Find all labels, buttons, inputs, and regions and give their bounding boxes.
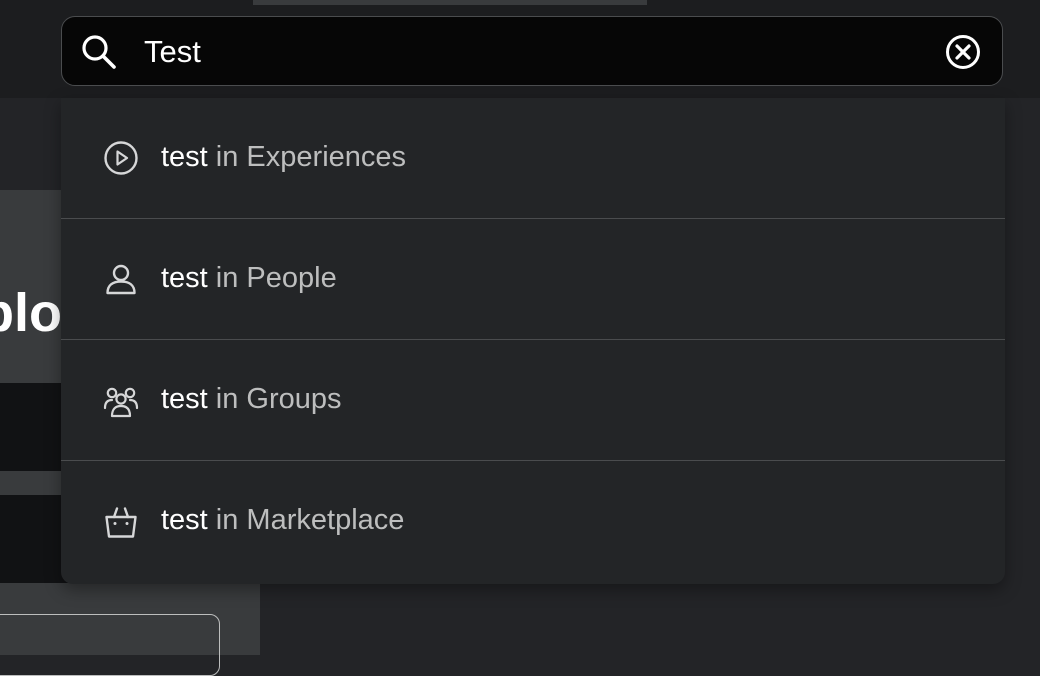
hero-title-fragment: plo bbox=[0, 283, 62, 343]
content-strip bbox=[0, 383, 70, 471]
background-input-box[interactable] bbox=[0, 614, 220, 676]
content-divider bbox=[0, 471, 70, 495]
search-suggestions-dropdown: test in Experiences test in People test … bbox=[61, 98, 1005, 584]
suggestion-query: test bbox=[161, 383, 208, 415]
clear-search-icon[interactable] bbox=[945, 34, 981, 70]
suggestion-groups[interactable]: test in Groups bbox=[61, 340, 1005, 461]
person-icon bbox=[106, 264, 136, 295]
suggestion-query: test bbox=[161, 504, 208, 536]
suggestion-experiences[interactable]: test in Experiences bbox=[61, 98, 1005, 219]
suggestion-context: in Experiences bbox=[207, 141, 407, 173]
suggestion-marketplace[interactable]: test in Marketplace bbox=[61, 461, 1005, 583]
content-strip bbox=[0, 495, 70, 583]
suggestion-context: in Groups bbox=[207, 383, 342, 415]
search-bar bbox=[61, 16, 1003, 86]
search-icon bbox=[82, 35, 116, 69]
suggestion-label: test in Experiences bbox=[161, 139, 406, 175]
suggestion-query: test bbox=[161, 141, 208, 173]
search-input[interactable] bbox=[144, 27, 924, 77]
suggestion-context: in Marketplace bbox=[207, 504, 405, 536]
group-icon bbox=[103, 387, 139, 418]
top-tab-indicator bbox=[253, 0, 647, 5]
suggestion-query: test bbox=[161, 262, 208, 294]
shopping-bag-icon bbox=[105, 507, 137, 538]
suggestion-label: test in People bbox=[161, 260, 337, 296]
hero-banner: plo bbox=[0, 190, 70, 383]
suggestion-context: in People bbox=[207, 262, 337, 294]
suggestion-label: test in Groups bbox=[161, 381, 342, 417]
suggestion-label: test in Marketplace bbox=[161, 502, 404, 538]
play-circle-icon bbox=[104, 141, 138, 175]
suggestion-people[interactable]: test in People bbox=[61, 219, 1005, 340]
